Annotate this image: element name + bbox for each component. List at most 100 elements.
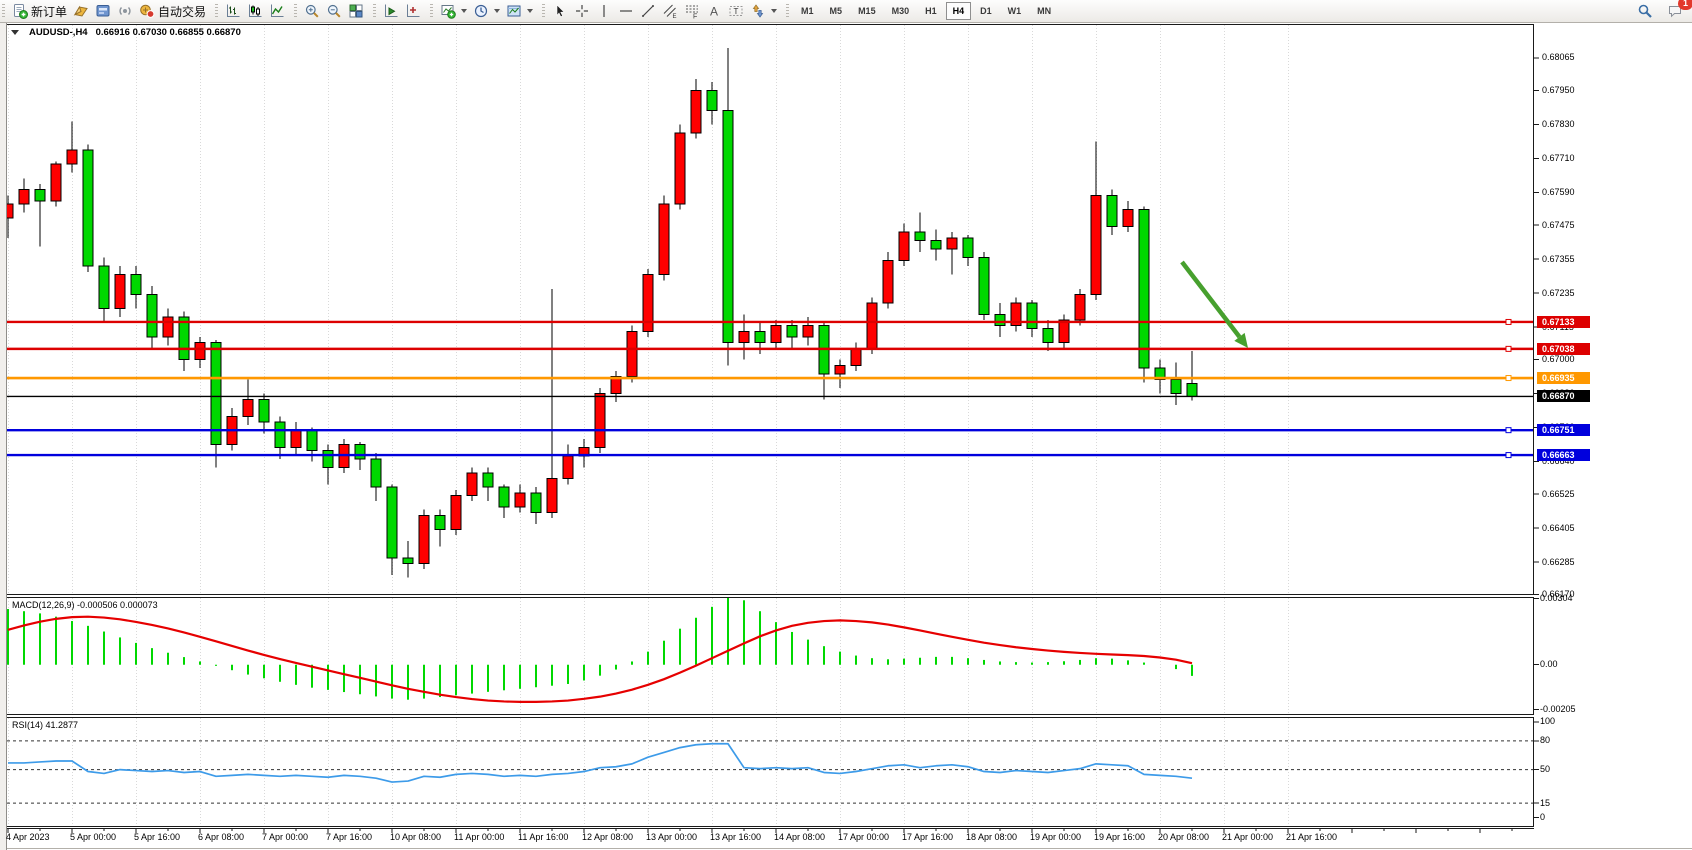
rsi-indicator-label: RSI(14) 41.2877 [12,720,78,730]
price-badge-0.67038: 0.67038 [1537,343,1590,355]
candle-chart-icon [247,3,263,19]
profiles-button[interactable] [470,1,503,21]
bar-chart-button[interactable] [222,1,244,21]
timeframe-button-m5[interactable]: M5 [823,2,850,20]
shapes-icon [750,3,766,19]
time-axis-label: 4 Apr 2023 [6,832,50,842]
time-axis-label: 17 Apr 00:00 [838,832,889,842]
time-axis-label: 17 Apr 16:00 [902,832,953,842]
time-axis-label: 7 Apr 00:00 [262,832,308,842]
new-order-button-label: 新订单 [31,3,67,20]
crosshair-button[interactable] [571,1,593,21]
chart-window[interactable]: AUDUSD-,H4 0.66916 0.67030 0.66855 0.668… [0,0,1692,850]
vline-icon [596,3,612,19]
time-axis-label: 5 Apr 00:00 [70,832,116,842]
text-button[interactable]: A [703,1,725,21]
vertical-line-button[interactable] [593,1,615,21]
new-order-button[interactable]: 新订单 [9,1,70,21]
rsi-axis-tick: 50 [1540,764,1550,774]
timeframe-button-m1[interactable]: M1 [794,2,821,20]
macd-axis-tick: 0.00 [1540,659,1558,669]
horizontal-line-button[interactable] [615,1,637,21]
zoom-out-button[interactable] [323,1,345,21]
candlestick-chart-button[interactable] [244,1,266,21]
time-axis-label: 6 Apr 08:00 [198,832,244,842]
one-click-trading-toggle-icon[interactable] [11,30,19,35]
toolbar-group: 新订单 自动交易 [0,0,213,22]
cursor-button[interactable] [549,1,571,21]
autotrading-button[interactable]: 自动交易 [136,1,209,21]
styles-icon [73,3,89,19]
templates-icon [506,3,522,19]
new-chart-icon [440,3,456,19]
svg-text:T: T [734,7,739,16]
symbol-period-label: AUDUSD-,H4 [29,27,88,38]
arrows-button[interactable] [747,1,780,21]
fibonacci-icon: F [684,3,700,19]
templates-button[interactable] [503,1,536,21]
timeframe-button-h4[interactable]: H4 [946,2,972,20]
rsi-axis-tick: 15 [1540,798,1550,808]
svg-text:E: E [673,14,677,19]
fibonacci-button[interactable]: F [681,1,703,21]
data-window-button[interactable] [92,1,114,21]
timeframe-button-m30[interactable]: M30 [885,2,917,20]
chevron-down-icon [527,9,533,13]
time-axis-label: 13 Apr 16:00 [710,832,761,842]
chat-button[interactable]: 1 [1664,1,1686,21]
tile-windows-icon [348,3,364,19]
timeframe-button-w1[interactable]: W1 [1001,2,1029,20]
indicators-button[interactable] [380,1,402,21]
time-axis-label: 20 Apr 08:00 [1158,832,1209,842]
trendline-icon [640,3,656,19]
timeframe-button-mn[interactable]: MN [1030,2,1058,20]
search-button[interactable] [1634,1,1656,21]
time-axis-label: 13 Apr 00:00 [646,832,697,842]
styles-button[interactable] [70,1,92,21]
macd-axis-tick: 0.00304 [1540,593,1573,603]
price-axis-tick: 0.67475 [1542,220,1575,230]
search-icon [1637,3,1653,19]
price-badge-0.66935: 0.66935 [1537,372,1590,384]
tile-windows-button[interactable] [345,1,367,21]
autotrading-icon [139,3,155,19]
price-axis-tick: 0.66525 [1542,489,1575,499]
label-icon: T [728,3,744,19]
price-axis-tick: 0.67950 [1542,85,1575,95]
crosshair-icon [574,3,590,19]
text-icon: A [706,3,722,19]
timeframe-button-d1[interactable]: D1 [973,2,999,20]
time-axis-label: 11 Apr 00:00 [454,832,504,842]
price-axis-tick: 0.67590 [1542,187,1575,197]
chevron-down-icon [771,9,777,13]
price-axis-tick: 0.67830 [1542,119,1575,129]
price-badge-0.66751: 0.66751 [1537,424,1590,436]
timeframe-button-m15[interactable]: M15 [851,2,883,20]
price-axis-tick: 0.66285 [1542,557,1575,567]
line-chart-button[interactable] [266,1,288,21]
zoom-out-icon [326,3,342,19]
time-axis-label: 21 Apr 16:00 [1286,832,1337,842]
signals-button[interactable] [114,1,136,21]
indicator-windows-button[interactable] [402,1,424,21]
line-chart-icon [269,3,285,19]
timeframe-button-h1[interactable]: H1 [918,2,944,20]
channel-button[interactable]: E [659,1,681,21]
time-axis-label: 5 Apr 16:00 [134,832,180,842]
price-badge-0.67133: 0.67133 [1537,316,1590,328]
notification-badge: 1 [1678,0,1692,10]
trendline-button[interactable] [637,1,659,21]
chart-canvas[interactable] [0,0,1692,850]
time-axis-label: 19 Apr 16:00 [1094,832,1145,842]
rsi-axis-tick: 80 [1540,735,1550,745]
new-chart-button[interactable] [437,1,470,21]
text-label-button[interactable]: T [725,1,747,21]
toolbar-group [213,0,292,22]
hline-icon [618,3,634,19]
autotrading-button-label: 自动交易 [158,3,206,20]
svg-text:A: A [710,5,718,19]
signals-icon [117,3,133,19]
chart-title: AUDUSD-,H4 0.66916 0.67030 0.66855 0.668… [11,27,241,38]
zoom-in-button[interactable] [301,1,323,21]
price-axis-tick: 0.67235 [1542,288,1575,298]
